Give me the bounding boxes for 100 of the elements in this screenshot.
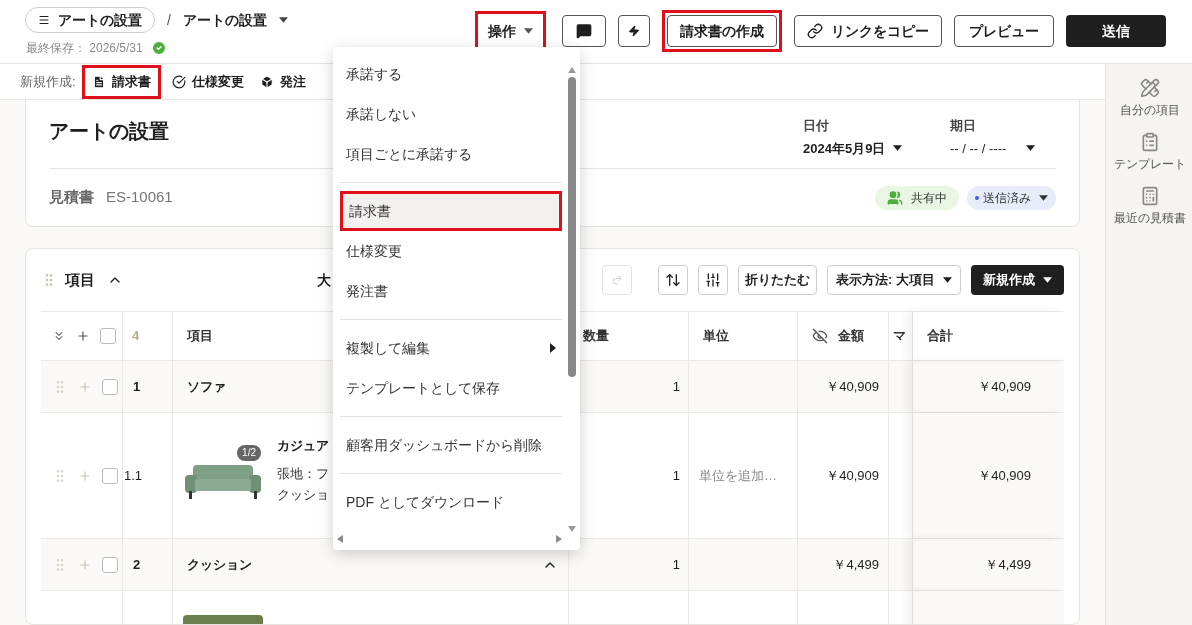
send-button[interactable]: 送信	[1066, 15, 1166, 47]
last-saved-text: 最終保存： 2026/5/31	[26, 40, 143, 57]
shared-badge: 共有中	[875, 185, 959, 210]
copy-link-button[interactable]: リンクをコピー	[794, 15, 942, 47]
menu-item[interactable]: 承諾しない	[340, 97, 562, 131]
estimate-title: アートの設置	[49, 119, 169, 144]
document-number: ES-10061	[106, 187, 173, 208]
sidebar-item[interactable]: 最近の見積書	[1109, 186, 1190, 226]
submenu-arrow-icon	[550, 343, 556, 353]
caret-icon	[943, 277, 952, 283]
actions-dropdown[interactable]: 操作	[480, 16, 541, 46]
quantity-cell-text: 1	[672, 377, 680, 396]
caret-icon	[1026, 145, 1036, 152]
quantity-cell-text: 1	[672, 555, 680, 574]
amount-cell-text: ￥40,909	[826, 466, 879, 485]
collapse-button[interactable]: 折りたたむ	[738, 265, 818, 295]
row-checkbox[interactable]	[102, 556, 118, 573]
caret-icon	[893, 145, 903, 152]
document-type-label: 見積書	[49, 187, 94, 208]
add-icon[interactable]	[76, 329, 90, 343]
group-name: クッション	[187, 555, 252, 574]
action-button[interactable]: プレビュー	[954, 15, 1054, 47]
hidden-eye-icon	[812, 328, 828, 344]
scroll-up-icon[interactable]	[568, 67, 576, 73]
box-icon	[259, 74, 274, 89]
amount-cell-text: ￥40,909	[826, 377, 879, 396]
item-name: カジュア	[277, 437, 329, 456]
row-number: 1	[133, 377, 141, 396]
action-button[interactable]: 請求書の作成	[667, 15, 777, 47]
redo-icon	[611, 274, 624, 286]
automation-button[interactable]	[618, 15, 650, 47]
total-cell-text: ￥40,909	[978, 377, 1031, 396]
menu-item[interactable]: PDF としてダウンロード	[340, 485, 562, 519]
column-header: 金額	[838, 327, 864, 346]
sidebar-item[interactable]: テンプレート	[1109, 132, 1190, 172]
check-circle-icon	[171, 74, 186, 89]
row-checkbox[interactable]	[100, 328, 116, 344]
link-icon	[807, 23, 823, 39]
speech-bubble-icon	[576, 23, 592, 39]
menu-item[interactable]: 請求書	[343, 194, 559, 228]
section-title: 項目	[65, 269, 95, 290]
caret-icon	[278, 17, 288, 23]
row-checkbox[interactable]	[102, 467, 118, 484]
column-header: 合計	[927, 327, 953, 346]
document-icon	[91, 74, 106, 89]
view-dropdown[interactable]: 表示方法: 大項目	[827, 265, 961, 295]
menu-item[interactable]: 項目ごとに承諾する	[340, 137, 562, 171]
total-cell-text: ￥40,909	[978, 466, 1031, 485]
scroll-right-icon[interactable]	[556, 535, 562, 543]
comment-button[interactable]	[562, 15, 606, 47]
menu-item[interactable]: 複製して編集	[340, 331, 562, 365]
new-item-button[interactable]: 新規作成	[971, 265, 1064, 295]
image-count-badge: 1/2	[237, 444, 261, 461]
status-dropdown[interactable]: 送信済み	[967, 185, 1056, 210]
column-header: 項目	[187, 327, 213, 346]
row-height-button[interactable]	[658, 265, 689, 295]
breadcrumb-current[interactable]: アートの設置	[182, 9, 288, 31]
sort-lines-icon	[665, 272, 682, 288]
menu-item[interactable]: テンプレートとして保存	[340, 371, 562, 405]
section-label: 大	[317, 270, 331, 290]
ruler-pencil-icon	[1139, 78, 1160, 98]
sidebar-item[interactable]: 自分の項目	[1109, 78, 1190, 118]
adjust-button[interactable]	[698, 265, 729, 295]
amount-cell-text: ￥4,499	[833, 555, 879, 574]
caret-icon	[524, 28, 533, 34]
unit-field[interactable]: 単位を追加…	[699, 465, 777, 486]
scroll-left-icon[interactable]	[337, 535, 343, 543]
column-header: 数量	[583, 327, 609, 346]
item-count: 4	[132, 327, 140, 346]
due-date-dropdown[interactable]: -- / -- / ----	[950, 138, 1036, 158]
date-label: 日付	[803, 117, 830, 135]
sliders-icon	[705, 272, 722, 288]
quantity-cell-text: 1	[672, 466, 680, 485]
column-header: マ	[893, 327, 906, 346]
double-chevron-icon[interactable]	[52, 329, 66, 343]
due-date-label: 期日	[950, 117, 977, 135]
row-checkbox[interactable]	[102, 378, 118, 395]
new-document-button[interactable]: 仕様変更	[166, 69, 249, 94]
item-description: クッショ	[277, 486, 329, 505]
menu-item[interactable]: 顧客用ダッシュボードから削除	[340, 428, 562, 462]
row-number: 1.1	[124, 466, 143, 485]
lightning-icon	[628, 25, 640, 37]
row-number: 2	[133, 555, 141, 574]
new-document-button[interactable]: 請求書	[86, 69, 156, 94]
item-description: 張地：フ	[277, 464, 329, 483]
scroll-down-icon[interactable]	[568, 526, 576, 532]
column-header: 単位	[703, 327, 729, 346]
new-label: 新規作成:	[20, 72, 76, 91]
total-cell-text: ￥4,499	[985, 555, 1031, 574]
menu-item[interactable]: 承諾する	[340, 57, 562, 91]
new-document-button[interactable]: 発注	[254, 69, 311, 94]
people-icon	[887, 189, 903, 206]
date-dropdown[interactable]: 2024年5月9日	[803, 138, 903, 158]
caret-icon	[1039, 194, 1048, 201]
breadcrumb-separator: /	[167, 10, 171, 30]
group-name: ソファ	[187, 377, 226, 396]
caret-icon	[1043, 277, 1052, 283]
menu-item[interactable]: 発注書	[340, 274, 562, 308]
menu-icon	[38, 14, 50, 26]
menu-item[interactable]: 仕様変更	[340, 234, 562, 268]
